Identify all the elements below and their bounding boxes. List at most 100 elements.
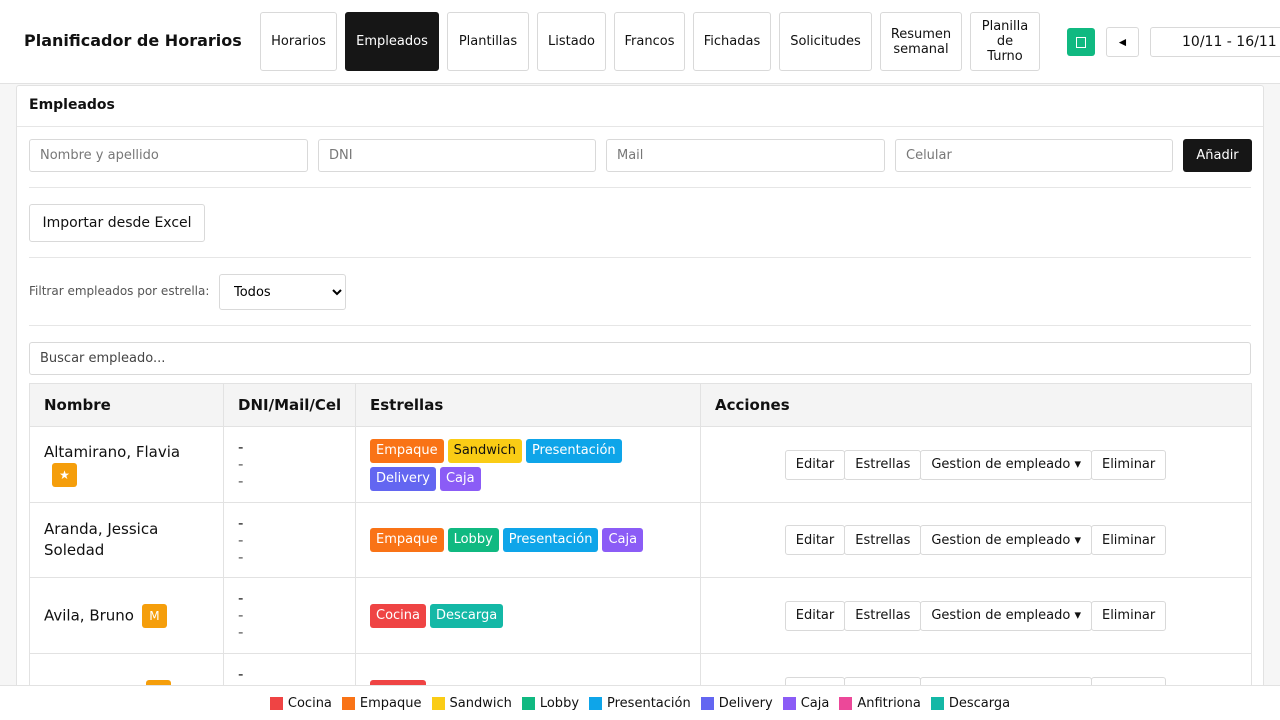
legend-swatch: [341, 696, 355, 710]
legend-swatch: [700, 696, 714, 710]
employee-cel: -: [238, 472, 244, 490]
dni-input[interactable]: [318, 139, 596, 172]
edit-button[interactable]: Editar: [784, 449, 846, 480]
table-row: Aranda, Jessica Soledad - - - Empaque Lobby …: [29, 502, 1252, 578]
employee-dni: -: [238, 589, 244, 607]
tab-listado[interactable]: Listado: [537, 12, 606, 71]
employees-table: Nombre DNI/Mail/Cel Estrellas Acciones A…: [29, 383, 1252, 720]
legend-label: Delivery: [718, 695, 773, 711]
employee-mail: -: [238, 530, 244, 549]
mail-input[interactable]: [606, 139, 885, 172]
employee-name: Aranda, Jessica Soledad: [44, 520, 159, 559]
tab-fichadas[interactable]: Fichadas: [693, 12, 771, 71]
star-tag: Empaque: [370, 438, 444, 463]
employee-search-input[interactable]: [29, 342, 1251, 375]
cel-input[interactable]: [895, 139, 1173, 172]
employee-dni: -: [238, 665, 244, 683]
legend-label: Caja: [800, 695, 830, 711]
column-header-nombre: Nombre: [29, 383, 224, 427]
employee-name-cell: Avila, Bruno M: [29, 577, 224, 654]
column-header-contacto: DNI/Mail/Cel: [223, 383, 356, 427]
legend-swatch: [269, 696, 283, 710]
stars-button[interactable]: Estrellas: [844, 449, 922, 480]
legend-item: Anfitriona: [839, 696, 921, 711]
legend-item: Delivery: [700, 695, 773, 711]
employee-actions-cell: EditarEstrellasGestion de empleado ▾Elim…: [700, 502, 1252, 578]
employee-cel: -: [238, 623, 244, 641]
employee-dni: -: [238, 513, 244, 532]
employee-stars-cell: Cocina Descarga: [355, 577, 701, 654]
employees-panel: Empleados Añadir Importar desde Excel Fi…: [16, 85, 1264, 720]
tab-empleados[interactable]: Empleados: [345, 12, 439, 71]
employee-name: Avila, Bruno: [44, 606, 134, 624]
role-color-legend: Cocina Empaque Sandwich Lobby Presentación De…: [0, 685, 1280, 720]
tab-resumen-semanal[interactable]: Resumen semanal: [880, 12, 962, 71]
divider: [29, 187, 1251, 188]
edit-button[interactable]: Editar: [784, 600, 846, 631]
employee-actions-cell: EditarEstrellasGestion de empleado ▾Elim…: [700, 426, 1252, 503]
import-excel-button[interactable]: Importar desde Excel: [29, 204, 205, 242]
legend-item: Descarga: [930, 696, 1010, 711]
legend-swatch: [839, 696, 853, 710]
week-range-display[interactable]: 10/11 - 16/11: [1150, 27, 1280, 57]
legend-label: Presentación: [607, 695, 691, 711]
tab-francos[interactable]: Francos: [614, 12, 685, 71]
delete-button[interactable]: Eliminar: [1090, 449, 1167, 480]
stars-button[interactable]: Estrellas: [844, 525, 922, 555]
delete-button[interactable]: Eliminar: [1090, 525, 1167, 555]
save-icon: [1076, 36, 1086, 48]
tab-planilla-de-turno[interactable]: Planilla de Turno: [970, 12, 1040, 71]
tab-horarios[interactable]: Horarios: [260, 12, 337, 71]
star-tag: Delivery: [370, 466, 436, 491]
employee-badge: M: [141, 603, 167, 628]
star-tag: Descarga: [430, 603, 504, 628]
star-tag: Sandwich: [447, 438, 522, 463]
stars-button[interactable]: Estrellas: [844, 600, 922, 631]
divider: [29, 325, 1251, 326]
legend-item: Cocina: [269, 695, 332, 711]
legend-swatch: [431, 696, 445, 710]
panel-title: Empleados: [29, 97, 115, 113]
previous-week-button[interactable]: ◄: [1106, 27, 1139, 57]
save-button[interactable]: [1067, 28, 1095, 56]
legend-label: Cocina: [287, 695, 332, 711]
edit-button[interactable]: Editar: [784, 525, 846, 555]
star-tag: Caja: [602, 528, 644, 552]
employee-name-cell: Aranda, Jessica Soledad: [29, 502, 224, 578]
legend-swatch: [930, 696, 944, 710]
employee-name-cell: Altamirano, Flavia ★: [29, 426, 224, 503]
table-row: Avila, Bruno M - - - Cocina Descarga Editar Es…: [29, 577, 1252, 654]
tab-plantillas[interactable]: Plantillas: [447, 12, 529, 71]
divider: [17, 126, 1263, 127]
add-employee-button[interactable]: Añadir: [1183, 139, 1252, 172]
legend-label: Lobby: [539, 695, 580, 711]
legend-label: Empaque: [359, 695, 422, 711]
manage-employee-dropdown[interactable]: Gestion de empleado ▾: [920, 600, 1092, 631]
name-input[interactable]: [29, 139, 308, 172]
star-tag: Caja: [439, 466, 481, 491]
star-tag: Empaque: [370, 528, 444, 552]
top-bar: Planificador de Horarios Horarios Emplea…: [0, 0, 1280, 84]
legend-swatch: [589, 696, 603, 710]
legend-label: Sandwich: [449, 695, 512, 711]
star-tag: Presentación: [525, 438, 622, 463]
star-tag: Lobby: [447, 528, 499, 552]
star-tag: Presentación: [502, 528, 599, 552]
legend-swatch: [782, 696, 796, 710]
employee-badge: ★: [52, 463, 77, 487]
delete-button[interactable]: Eliminar: [1090, 600, 1167, 631]
employee-cel: -: [238, 547, 244, 566]
app-title: Planificador de Horarios: [24, 31, 242, 50]
employee-stars-cell: Empaque Sandwich Presentación Delivery C…: [355, 426, 701, 503]
employee-actions-cell: EditarEstrellasGestion de empleado ▾Elim…: [700, 577, 1252, 654]
divider: [29, 257, 1251, 258]
star-filter-select[interactable]: Todos: [219, 274, 346, 310]
tab-solicitudes[interactable]: Solicitudes: [779, 12, 872, 71]
table-row: Altamirano, Flavia★ - - - Empaque Sandwich P…: [29, 426, 1252, 503]
employee-contact-cell: ---: [223, 577, 356, 654]
legend-item: Empaque: [341, 695, 422, 711]
manage-employee-dropdown[interactable]: Gestion de empleado ▾: [920, 449, 1092, 480]
legend-item: Caja: [782, 695, 830, 711]
employee-contact-cell: ---: [223, 426, 356, 503]
manage-employee-dropdown[interactable]: Gestion de empleado ▾: [920, 525, 1092, 555]
